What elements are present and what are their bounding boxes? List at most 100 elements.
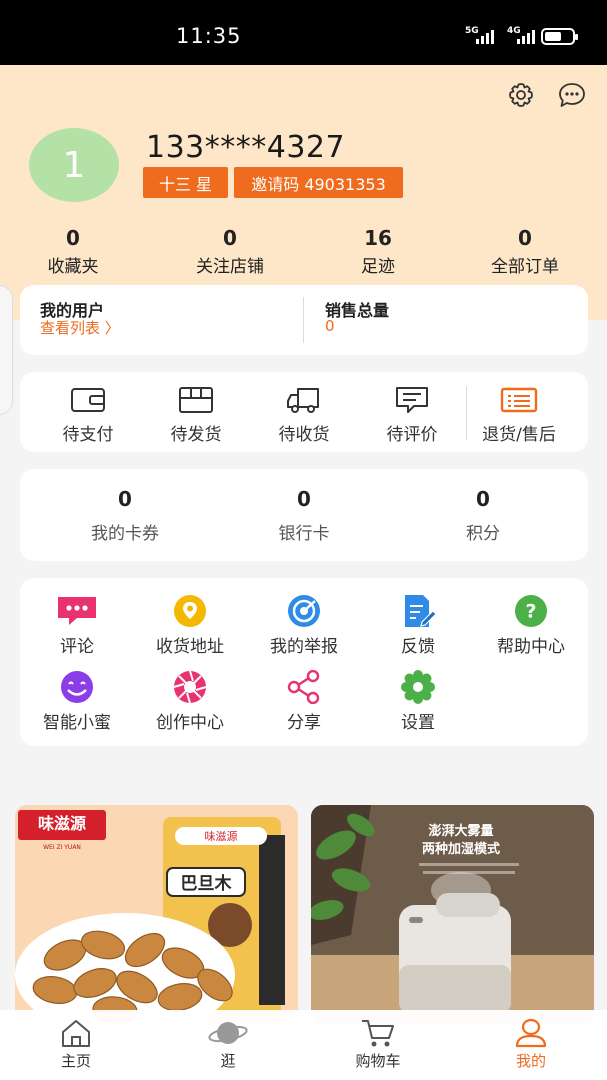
avatar[interactable]: 1 [29, 128, 119, 202]
stat-value: 16 [364, 226, 392, 250]
order-pending-shipment[interactable]: 待发货 [146, 386, 246, 445]
gear-icon [401, 670, 435, 704]
aperture-icon [173, 670, 207, 704]
promo-title-2: 两种加湿模式 [422, 841, 500, 857]
invite-code-badge[interactable]: 邀请码 49031353 [234, 167, 403, 198]
service-report[interactable]: 我的举报 [254, 594, 354, 657]
orders-card: 待支付 待发货 待收货 待评价 退货/售后 [20, 372, 588, 452]
tab-home[interactable]: 主页 [26, 1018, 126, 1071]
user-phone: 133****4327 [146, 130, 346, 165]
stat-value: 0 [223, 226, 237, 250]
truck-icon [287, 388, 319, 413]
service-settings[interactable]: 设置 [368, 670, 468, 733]
order-pending-receipt[interactable]: 待收货 [254, 386, 354, 445]
tab-label: 主页 [60, 1052, 91, 1070]
wallet-value: 0 [297, 487, 311, 511]
service-label: 反馈 [401, 637, 435, 657]
stat-footprints[interactable]: 16 足迹 [308, 226, 448, 277]
order-label: 退货/售后 [482, 425, 556, 445]
tab-label: 逛 [220, 1052, 236, 1070]
stat-value: 0 [518, 226, 532, 250]
service-help-center[interactable]: ? 帮助中心 [481, 594, 581, 657]
service-label: 智能小蜜 [43, 713, 111, 733]
service-share[interactable]: 分享 [254, 670, 354, 733]
promo-title-1: 澎湃大雾量 [428, 823, 493, 839]
location-pin-icon [174, 595, 206, 627]
bottom-tab-bar: 主页 逛 购物车 我的 [0, 1010, 607, 1080]
signal-bars-icon [517, 30, 535, 44]
side-drawer-handle[interactable] [0, 285, 13, 415]
wallet-value: 0 [476, 487, 490, 511]
service-creator-center[interactable]: 创作中心 [140, 670, 240, 733]
service-feedback[interactable]: 反馈 [368, 594, 468, 657]
stat-label: 关注店铺 [196, 257, 264, 277]
stat-label: 全部订单 [491, 257, 559, 277]
wallet-card: 0 我的卡券 0 银行卡 0 积分 [20, 469, 588, 561]
service-address[interactable]: 收货地址 [140, 594, 240, 657]
service-label: 收货地址 [156, 637, 224, 657]
brand-logo-text: 味滋源 [38, 814, 86, 833]
wallet-icon [71, 388, 105, 412]
almond-product-image: 味滋源 WEI ZI YUAN 味滋源 巴旦木 [15, 805, 298, 1025]
wallet-label: 积分 [466, 524, 500, 544]
product-card-almonds[interactable]: 味滋源 WEI ZI YUAN 味滋源 巴旦木 [15, 805, 298, 1025]
wallet-bank-card[interactable]: 0 银行卡 [239, 487, 369, 544]
cart-icon [362, 1020, 394, 1047]
divider [466, 386, 467, 440]
brand-logo-subtext: WEI ZI YUAN [43, 844, 81, 851]
stat-favorites[interactable]: 0 收藏夹 [3, 226, 143, 277]
tab-mine[interactable]: 我的 [481, 1018, 581, 1071]
signal-bars-icon [476, 30, 494, 44]
service-label: 评论 [60, 637, 94, 657]
settings-button[interactable] [506, 80, 536, 110]
package-name-text: 巴旦木 [181, 873, 233, 894]
wallet-label: 我的卡券 [91, 524, 159, 544]
order-label: 待评价 [386, 425, 438, 445]
services-card: 评论 收货地址 我的举报 反馈 ? 帮助中心 智能小蜜 创作中心 分享 设置 [20, 578, 588, 746]
question-icon: ? [515, 595, 547, 627]
share-icon [287, 670, 320, 704]
users-sales-card: 我的用户 查看列表 〉 销售总量 0 [20, 285, 588, 355]
service-label: 设置 [401, 713, 435, 733]
person-icon [515, 1018, 547, 1048]
humidifier-product-image: 澎湃大雾量 两种加湿模式 [311, 805, 594, 1025]
wallet-value: 0 [118, 487, 132, 511]
service-label: 帮助中心 [497, 637, 565, 657]
wallet-coupons[interactable]: 0 我的卡券 [60, 487, 190, 544]
stat-followed-stores[interactable]: 0 关注店铺 [160, 226, 300, 277]
planet-icon [208, 1022, 248, 1044]
comment-icon [396, 387, 428, 413]
svg-text:?: ? [525, 601, 536, 623]
service-smart-assistant[interactable]: 智能小蜜 [27, 670, 127, 733]
return-card-icon [500, 387, 538, 413]
service-label: 分享 [287, 713, 321, 733]
stat-label: 足迹 [361, 257, 395, 277]
comment-dots-icon [58, 597, 96, 625]
tab-label: 我的 [515, 1052, 546, 1070]
order-pending-review[interactable]: 待评价 [362, 386, 462, 445]
order-returns[interactable]: 退货/售后 [469, 386, 569, 445]
level-badge: 十三 星 [143, 167, 228, 198]
wallet-points[interactable]: 0 积分 [418, 487, 548, 544]
sales-value: 0 [325, 317, 335, 335]
status-bar: 11:35 5G 4G [0, 0, 607, 65]
view-list-link[interactable]: 查看列表 〉 [40, 317, 120, 338]
order-pending-payment[interactable]: 待支付 [38, 386, 138, 445]
home-icon [62, 1020, 90, 1047]
target-icon [288, 595, 320, 627]
service-label: 我的举报 [270, 637, 338, 657]
service-comments[interactable]: 评论 [27, 594, 127, 657]
sales-title: 销售总量 [325, 301, 390, 320]
edit-document-icon [405, 595, 437, 627]
tab-explore[interactable]: 逛 [178, 1018, 278, 1071]
service-label: 创作中心 [156, 713, 224, 733]
stat-all-orders[interactable]: 0 全部订单 [455, 226, 595, 277]
tab-cart[interactable]: 购物车 [328, 1018, 428, 1071]
gear-icon [509, 83, 533, 107]
wallet-label: 银行卡 [278, 524, 330, 544]
messages-button[interactable] [557, 80, 587, 110]
smile-assistant-icon [61, 671, 93, 703]
divider [303, 297, 304, 343]
product-card-humidifier[interactable]: 澎湃大雾量 两种加湿模式 [311, 805, 594, 1025]
tab-label: 购物车 [355, 1052, 401, 1070]
